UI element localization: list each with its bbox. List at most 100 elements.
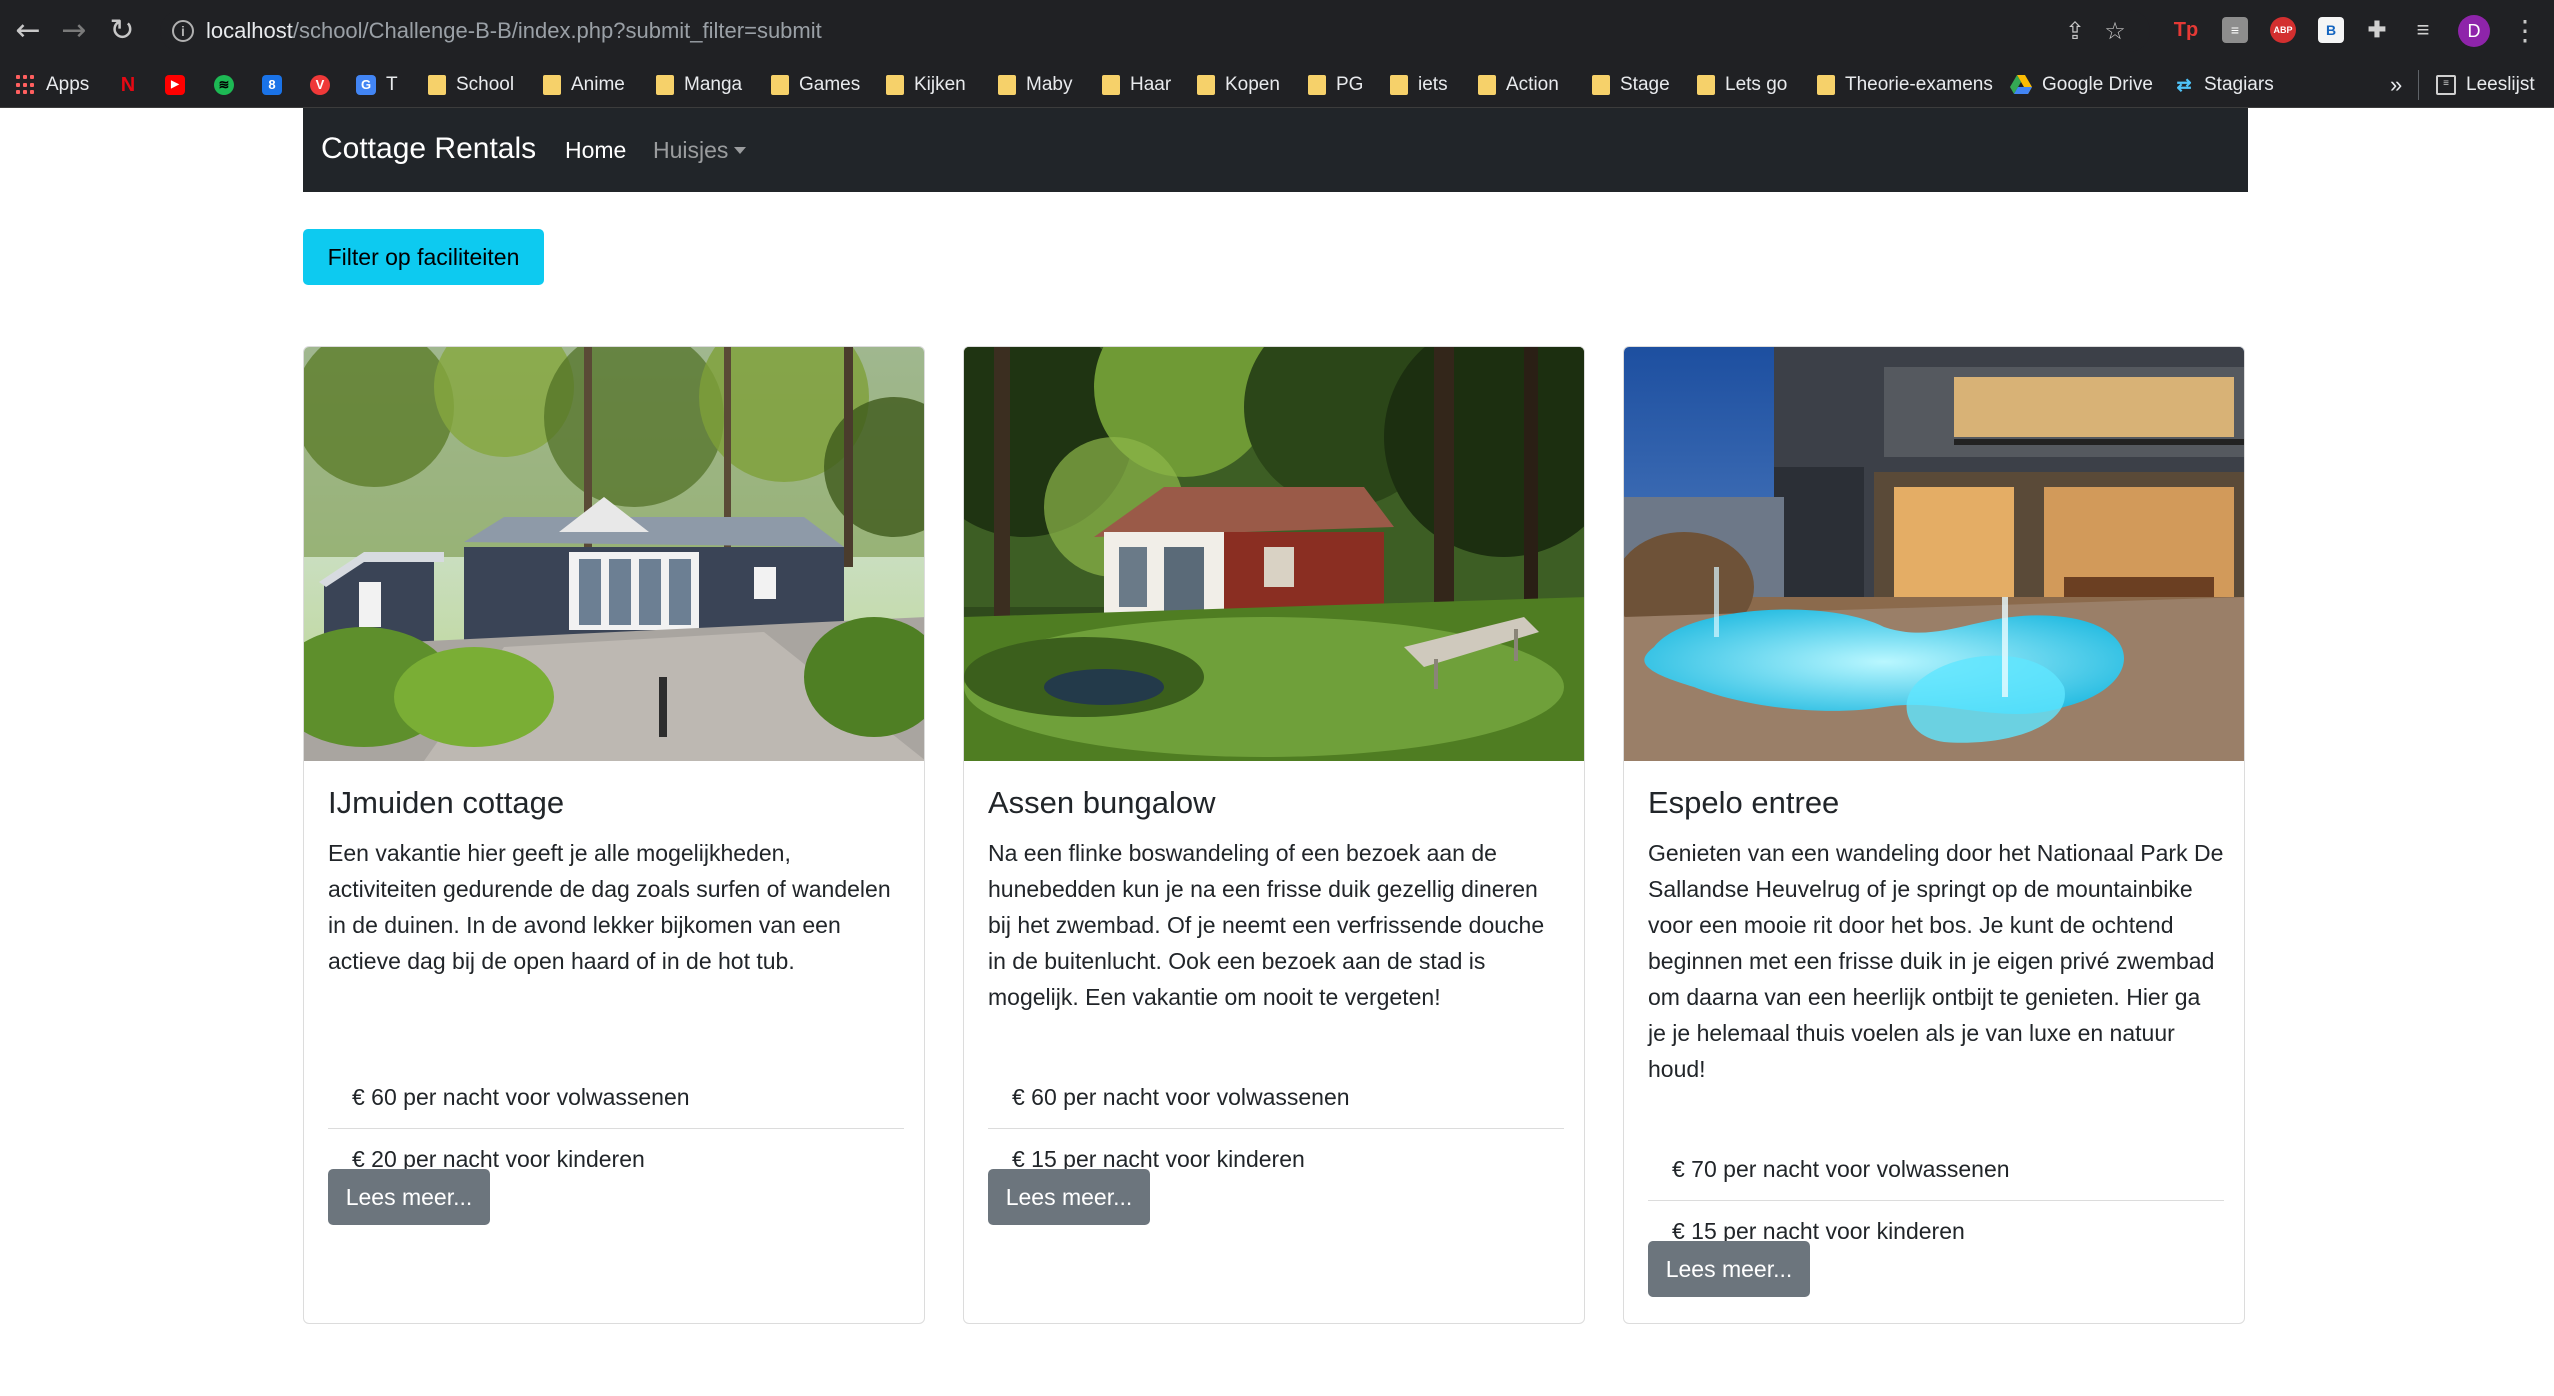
address-bar[interactable]: i localhost/school/Challenge-B-B/index.p… <box>160 10 2150 52</box>
url-host: localhost <box>206 18 293 43</box>
folder-icon <box>1697 75 1715 95</box>
folder-icon <box>428 75 446 95</box>
bookmark-folder-anime[interactable]: Anime <box>543 62 625 108</box>
bookmark-stagiars[interactable]: ⇄ Stagiars <box>2174 62 2274 108</box>
bookmark-folder-kijken[interactable]: Kijken <box>886 62 966 108</box>
bookmark-label: Manga <box>684 74 743 95</box>
bookmark-label: PG <box>1336 74 1364 95</box>
bookmark-google-drive[interactable]: Google Drive <box>2010 62 2153 108</box>
folder-icon <box>1817 75 1835 95</box>
folder-icon <box>1478 75 1496 95</box>
reload-icon[interactable]: ↻ <box>104 13 140 49</box>
bookmark-spotify[interactable]: ≋ <box>214 62 234 108</box>
adblock-extension-icon[interactable]: ABP <box>2270 17 2296 43</box>
bookmark-apps[interactable]: Apps <box>16 62 89 108</box>
bookmark-label: T <box>386 74 398 95</box>
profile-avatar[interactable]: D <box>2458 15 2490 47</box>
stagiars-icon: ⇄ <box>2176 75 2192 95</box>
browser-toolbar: ← → ↻ i localhost/school/Challenge-B-B/i… <box>0 0 2554 62</box>
bookmark-label: Lets go <box>1725 74 1788 95</box>
cottage-card: Assen bungalow Na een flinke boswandelin… <box>963 346 1585 1324</box>
share-icon[interactable]: ⇪ <box>2062 18 2088 44</box>
more-bookmarks-chevron-icon[interactable]: » <box>2390 62 2402 108</box>
bookmark-folder-stage[interactable]: Stage <box>1592 62 1670 108</box>
folder-icon <box>886 75 904 95</box>
price-adult: € 70 per nacht voor volwassenen <box>1672 1156 2010 1182</box>
bookmark-label: Stagiars <box>2204 74 2274 95</box>
caret-down-icon <box>734 147 747 154</box>
card-description: Na een flinke boswandeling of een bezoek… <box>988 840 1545 1010</box>
nav-dropdown-label: Huisjes <box>653 137 729 163</box>
folder-icon <box>1592 75 1610 95</box>
info-icon[interactable]: i <box>172 20 194 42</box>
bookmark-label: Games <box>799 74 861 95</box>
read-more-button[interactable]: Lees meer... <box>988 1169 1150 1225</box>
price-adult: € 60 per nacht voor volwassenen <box>1012 1084 1350 1110</box>
tp-extension-icon[interactable]: Tp <box>2173 17 2199 43</box>
filter-facilities-button[interactable]: Filter op faciliteiten <box>303 229 544 285</box>
bookmark-star-icon[interactable]: ☆ <box>2102 18 2128 44</box>
bookmark-folder-haar[interactable]: Haar <box>1102 62 1171 108</box>
bookmark-label: Action <box>1506 74 1559 95</box>
cottage-card: IJmuiden cottage Een vakantie hier geeft… <box>303 346 925 1324</box>
card-description: Genieten van een wandeling door het Nati… <box>1648 840 2224 1082</box>
nav-link-home[interactable]: Home <box>565 137 626 164</box>
bookmark-folder-school[interactable]: School <box>428 62 514 108</box>
bookmark-vivaldi[interactable]: V <box>310 62 330 108</box>
bookmark-folder-manga[interactable]: Manga <box>656 62 742 108</box>
card-title: Espelo entree <box>1648 785 1840 820</box>
reading-list-icon: ≡ <box>2436 75 2456 95</box>
card-title: IJmuiden cottage <box>328 785 565 820</box>
folder-icon <box>1308 75 1326 95</box>
back-arrow-icon[interactable]: ← <box>10 13 46 49</box>
google-drive-icon <box>2010 75 2032 94</box>
youtube-icon: ▶ <box>165 75 185 95</box>
read-more-button[interactable]: Lees meer... <box>328 1169 490 1225</box>
url-path: /school/Challenge-B-B/index.php?submit_f… <box>292 18 822 43</box>
bookmark-label: Stage <box>1620 74 1670 95</box>
calendar-icon: 8 <box>262 75 282 95</box>
notes-extension-icon[interactable]: ≡ <box>2222 17 2248 43</box>
cottage-photo <box>304 347 924 761</box>
media-control-icon[interactable]: ≡ <box>2410 17 2436 43</box>
translate-icon: G <box>356 75 376 95</box>
forward-arrow-icon[interactable]: → <box>56 13 92 49</box>
apps-grid-icon <box>16 75 36 95</box>
bookmark-label: Google Drive <box>2042 74 2153 95</box>
folder-icon <box>1390 75 1408 95</box>
bookmark-folder-games[interactable]: Games <box>771 62 860 108</box>
bookmark-label: Haar <box>1130 74 1172 95</box>
menu-kebab-icon[interactable]: ⋮ <box>2510 14 2540 48</box>
url-text[interactable]: localhost/school/Challenge-B-B/index.php… <box>206 18 822 44</box>
bookmark-folder-pg[interactable]: PG <box>1308 62 1363 108</box>
bookmark-translate[interactable]: G T <box>356 62 398 108</box>
bookmark-label: iets <box>1418 74 1448 95</box>
bookmark-label: Apps <box>46 74 90 95</box>
bookmark-label: Anime <box>571 74 625 95</box>
navbar-brand[interactable]: Cottage Rentals <box>321 132 536 166</box>
bookmarks-divider <box>2418 70 2419 100</box>
extensions-puzzle-icon[interactable]: ✚ <box>2364 17 2390 43</box>
folder-icon <box>771 75 789 95</box>
bookmark-folder-maby[interactable]: Maby <box>998 62 1072 108</box>
reading-list-label: Leeslijst <box>2466 74 2535 95</box>
netflix-icon: N <box>120 74 136 96</box>
folder-icon <box>1197 75 1215 95</box>
read-more-button[interactable]: Lees meer... <box>1648 1241 1810 1297</box>
bookmark-folder-action[interactable]: Action <box>1478 62 1559 108</box>
bookmark-calendar[interactable]: 8 <box>262 62 282 108</box>
reading-list-button[interactable]: ≡ Leeslijst <box>2436 62 2535 108</box>
b-extension-icon[interactable]: B <box>2318 17 2344 43</box>
bookmark-youtube[interactable]: ▶ <box>165 62 185 108</box>
site-navbar: Cottage Rentals Home Huisjes <box>303 108 2248 192</box>
bookmark-label: Kijken <box>914 74 966 95</box>
bookmarks-bar: Apps N ▶ ≋ 8 V G T School Anime Manga Ga… <box>0 62 2554 108</box>
bookmark-netflix[interactable]: N <box>118 62 138 108</box>
folder-icon <box>543 75 561 95</box>
bookmark-folder-lets-go[interactable]: Lets go <box>1697 62 1787 108</box>
bookmark-label: School <box>456 74 515 95</box>
bookmark-folder-kopen[interactable]: Kopen <box>1197 62 1280 108</box>
nav-dropdown-huisjes[interactable]: Huisjes <box>653 137 747 164</box>
bookmark-folder-theorie-examens[interactable]: Theorie-examens <box>1817 62 1993 108</box>
bookmark-folder-iets[interactable]: iets <box>1390 62 1448 108</box>
